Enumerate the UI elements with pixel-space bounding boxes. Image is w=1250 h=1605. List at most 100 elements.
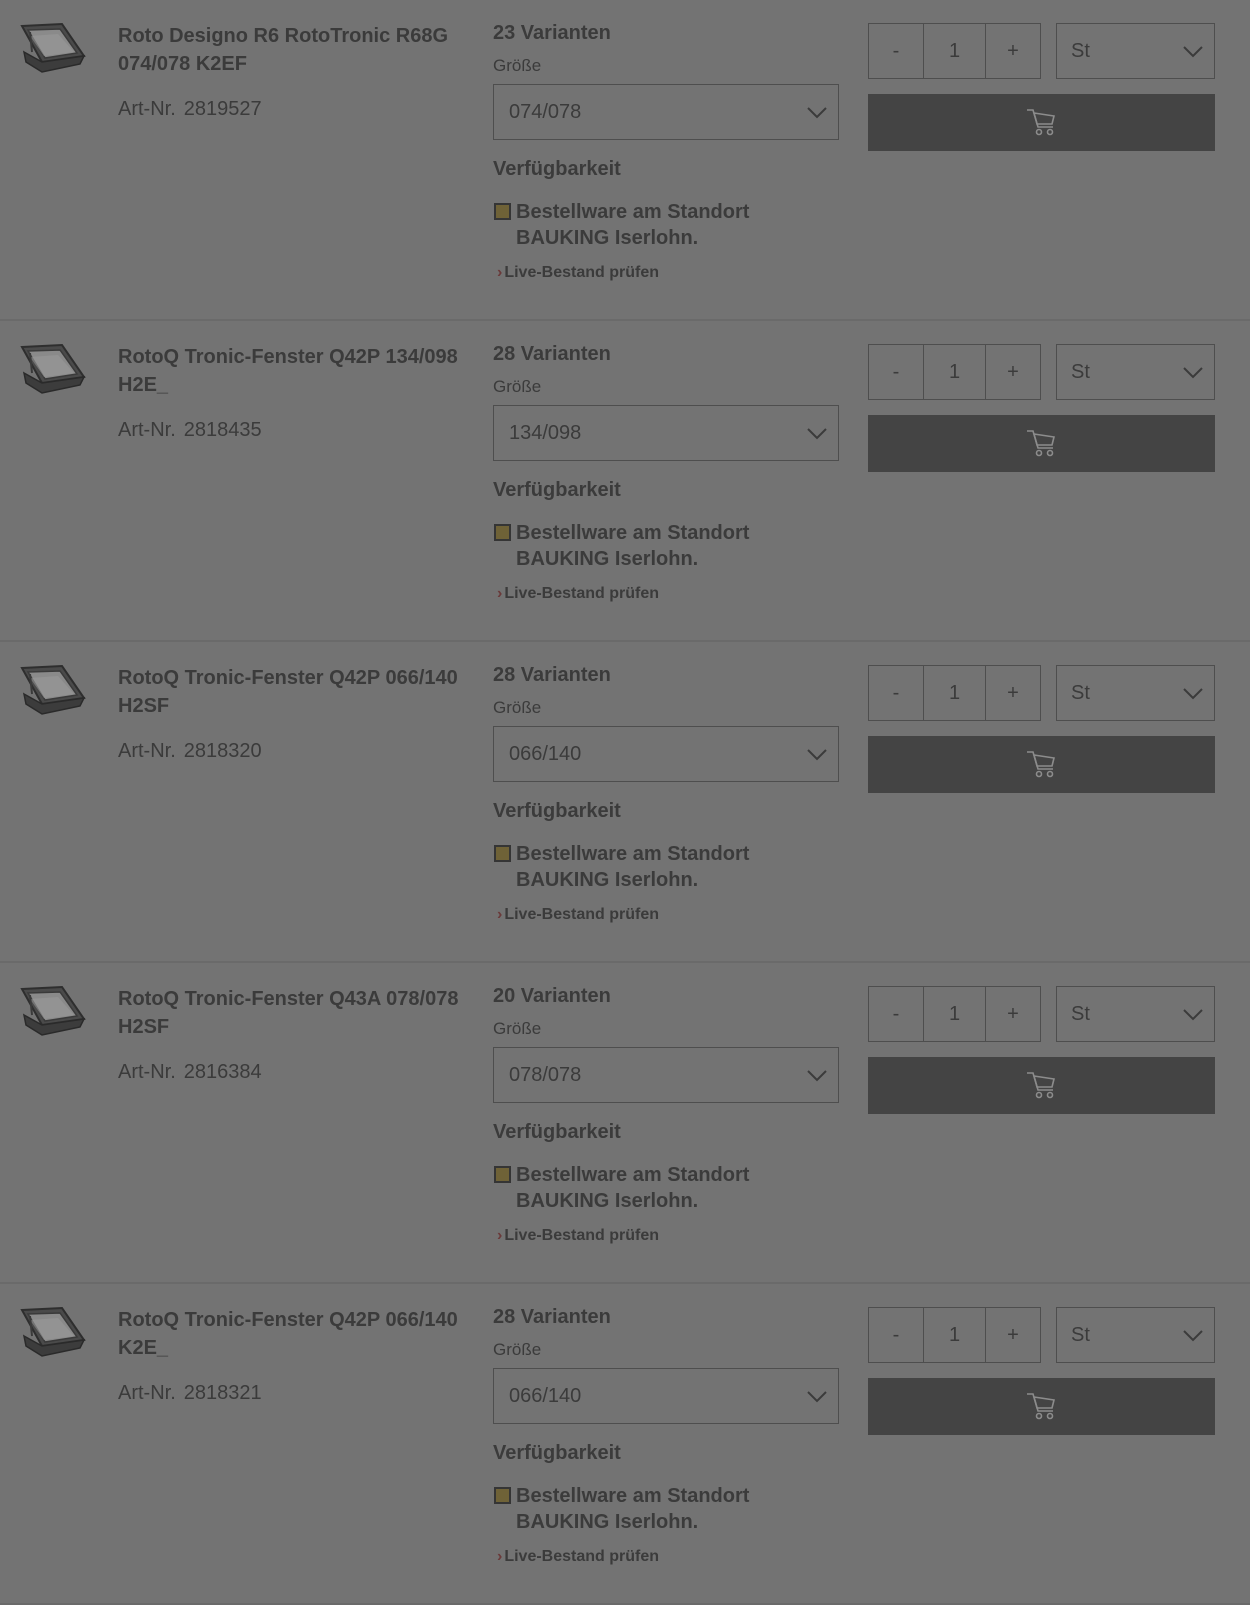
chevron-down-icon: [1183, 46, 1203, 58]
product-title[interactable]: RotoQ Tronic-Fenster Q42P 134/098 H2E_: [118, 343, 463, 399]
quantity-increase-button[interactable]: +: [986, 345, 1040, 399]
chevron-down-icon: [1183, 1009, 1203, 1021]
status-indicator: [494, 203, 511, 220]
size-select-value: 134/098: [509, 422, 582, 444]
product-row: RotoQ Tronic-Fenster Q43A 078/078 H2SF A…: [0, 963, 1250, 1284]
size-select-value: 074/078: [509, 101, 582, 123]
article-number: Art-Nr. 2818435: [118, 419, 262, 442]
unit-select[interactable]: St: [1056, 23, 1215, 79]
add-to-cart-button[interactable]: [868, 1378, 1215, 1435]
live-stock-link-label: Live-Bestand prüfen: [504, 585, 660, 602]
size-label: Größe: [493, 1340, 542, 1359]
availability-status: Bestellware am Standort BAUKING Iserlohn…: [516, 522, 750, 570]
size-label: Größe: [493, 698, 542, 717]
unit-select[interactable]: St: [1056, 986, 1215, 1042]
article-number-value: 2816384: [183, 1061, 262, 1083]
size-select[interactable]: 066/140: [493, 726, 839, 782]
quantity-increase-button[interactable]: +: [986, 987, 1040, 1041]
product-title[interactable]: RotoQ Tronic-Fenster Q42P 066/140 H2SF: [118, 664, 463, 720]
availability-status: Bestellware am Standort BAUKING Iserlohn…: [516, 843, 750, 891]
chevron-down-icon: [807, 107, 827, 119]
add-to-cart-button[interactable]: [868, 415, 1215, 472]
product-row: RotoQ Tronic-Fenster Q42P 066/140 K2E_ A…: [0, 1284, 1250, 1605]
quantity-stepper: - 1 +: [868, 1307, 1041, 1363]
article-number-label: Art-Nr.: [118, 419, 176, 441]
roof-window-icon[interactable]: [18, 985, 86, 1041]
chevron-down-icon: [807, 428, 827, 440]
roof-window-icon[interactable]: [18, 1306, 86, 1362]
size-select-value: 066/140: [509, 1385, 582, 1407]
quantity-input[interactable]: 1: [924, 1308, 986, 1362]
live-stock-link[interactable]: › Live-Bestand prüfen: [497, 1548, 659, 1566]
quantity-input[interactable]: 1: [924, 345, 986, 399]
availability-status: Bestellware am Standort BAUKING Iserlohn…: [516, 1164, 750, 1212]
chevron-right-icon: ›: [497, 264, 503, 281]
live-stock-link-label: Live-Bestand prüfen: [504, 1227, 660, 1244]
size-label: Größe: [493, 377, 542, 396]
product-title[interactable]: RotoQ Tronic-Fenster Q42P 066/140 K2E_: [118, 1306, 463, 1362]
unit-select-value: St: [1071, 682, 1090, 704]
size-select[interactable]: 066/140: [493, 1368, 839, 1424]
unit-select-value: St: [1071, 1324, 1090, 1346]
live-stock-link-label: Live-Bestand prüfen: [504, 1548, 660, 1565]
chevron-down-icon: [807, 1070, 827, 1082]
product-title[interactable]: Roto Designo R6 RotoTronic R68G 074/078 …: [118, 22, 463, 78]
availability-label: Verfügbarkeit: [493, 158, 621, 180]
article-number-label: Art-Nr.: [118, 1061, 176, 1083]
quantity-decrease-button[interactable]: -: [869, 345, 924, 399]
size-select[interactable]: 134/098: [493, 405, 839, 461]
size-label: Größe: [493, 56, 542, 75]
roof-window-icon[interactable]: [18, 343, 86, 399]
quantity-input[interactable]: 1: [924, 24, 986, 78]
live-stock-link[interactable]: › Live-Bestand prüfen: [497, 585, 659, 603]
article-number: Art-Nr. 2816384: [118, 1061, 262, 1084]
status-indicator: [494, 524, 511, 541]
size-select[interactable]: 074/078: [493, 84, 839, 140]
cart-icon: [1027, 430, 1055, 457]
quantity-decrease-button[interactable]: -: [869, 666, 924, 720]
status-indicator: [494, 1487, 511, 1504]
size-label: Größe: [493, 1019, 542, 1038]
availability-label: Verfügbarkeit: [493, 479, 621, 501]
product-row: RotoQ Tronic-Fenster Q42P 066/140 H2SF A…: [0, 642, 1250, 963]
add-to-cart-button[interactable]: [868, 1057, 1215, 1114]
chevron-down-icon: [1183, 688, 1203, 700]
size-select[interactable]: 078/078: [493, 1047, 839, 1103]
cart-icon: [1027, 109, 1055, 136]
quantity-decrease-button[interactable]: -: [869, 24, 924, 78]
unit-select-value: St: [1071, 361, 1090, 383]
variant-count: 28 Varianten: [493, 664, 611, 686]
availability-label: Verfügbarkeit: [493, 1442, 621, 1464]
live-stock-link[interactable]: › Live-Bestand prüfen: [497, 264, 659, 282]
chevron-right-icon: ›: [497, 585, 503, 602]
quantity-stepper: - 1 +: [868, 23, 1041, 79]
unit-select-value: St: [1071, 40, 1090, 62]
product-row: Roto Designo R6 RotoTronic R68G 074/078 …: [0, 0, 1250, 321]
roof-window-icon[interactable]: [18, 22, 86, 78]
size-select-value: 066/140: [509, 743, 582, 765]
add-to-cart-button[interactable]: [868, 736, 1215, 793]
quantity-increase-button[interactable]: +: [986, 24, 1040, 78]
live-stock-link[interactable]: › Live-Bestand prüfen: [497, 906, 659, 924]
quantity-input[interactable]: 1: [924, 666, 986, 720]
roof-window-icon[interactable]: [18, 664, 86, 720]
product-title[interactable]: RotoQ Tronic-Fenster Q43A 078/078 H2SF: [118, 985, 463, 1041]
variant-count: 28 Varianten: [493, 343, 611, 365]
availability-label: Verfügbarkeit: [493, 800, 621, 822]
size-select-value: 078/078: [509, 1064, 582, 1086]
quantity-input[interactable]: 1: [924, 987, 986, 1041]
unit-select-value: St: [1071, 1003, 1090, 1025]
quantity-decrease-button[interactable]: -: [869, 987, 924, 1041]
quantity-increase-button[interactable]: +: [986, 1308, 1040, 1362]
chevron-down-icon: [1183, 1330, 1203, 1342]
cart-icon: [1027, 1072, 1055, 1099]
cart-icon: [1027, 751, 1055, 778]
unit-select[interactable]: St: [1056, 344, 1215, 400]
quantity-decrease-button[interactable]: -: [869, 1308, 924, 1362]
unit-select[interactable]: St: [1056, 1307, 1215, 1363]
unit-select[interactable]: St: [1056, 665, 1215, 721]
quantity-increase-button[interactable]: +: [986, 666, 1040, 720]
live-stock-link[interactable]: › Live-Bestand prüfen: [497, 1227, 659, 1245]
article-number: Art-Nr. 2819527: [118, 98, 262, 121]
add-to-cart-button[interactable]: [868, 94, 1215, 151]
